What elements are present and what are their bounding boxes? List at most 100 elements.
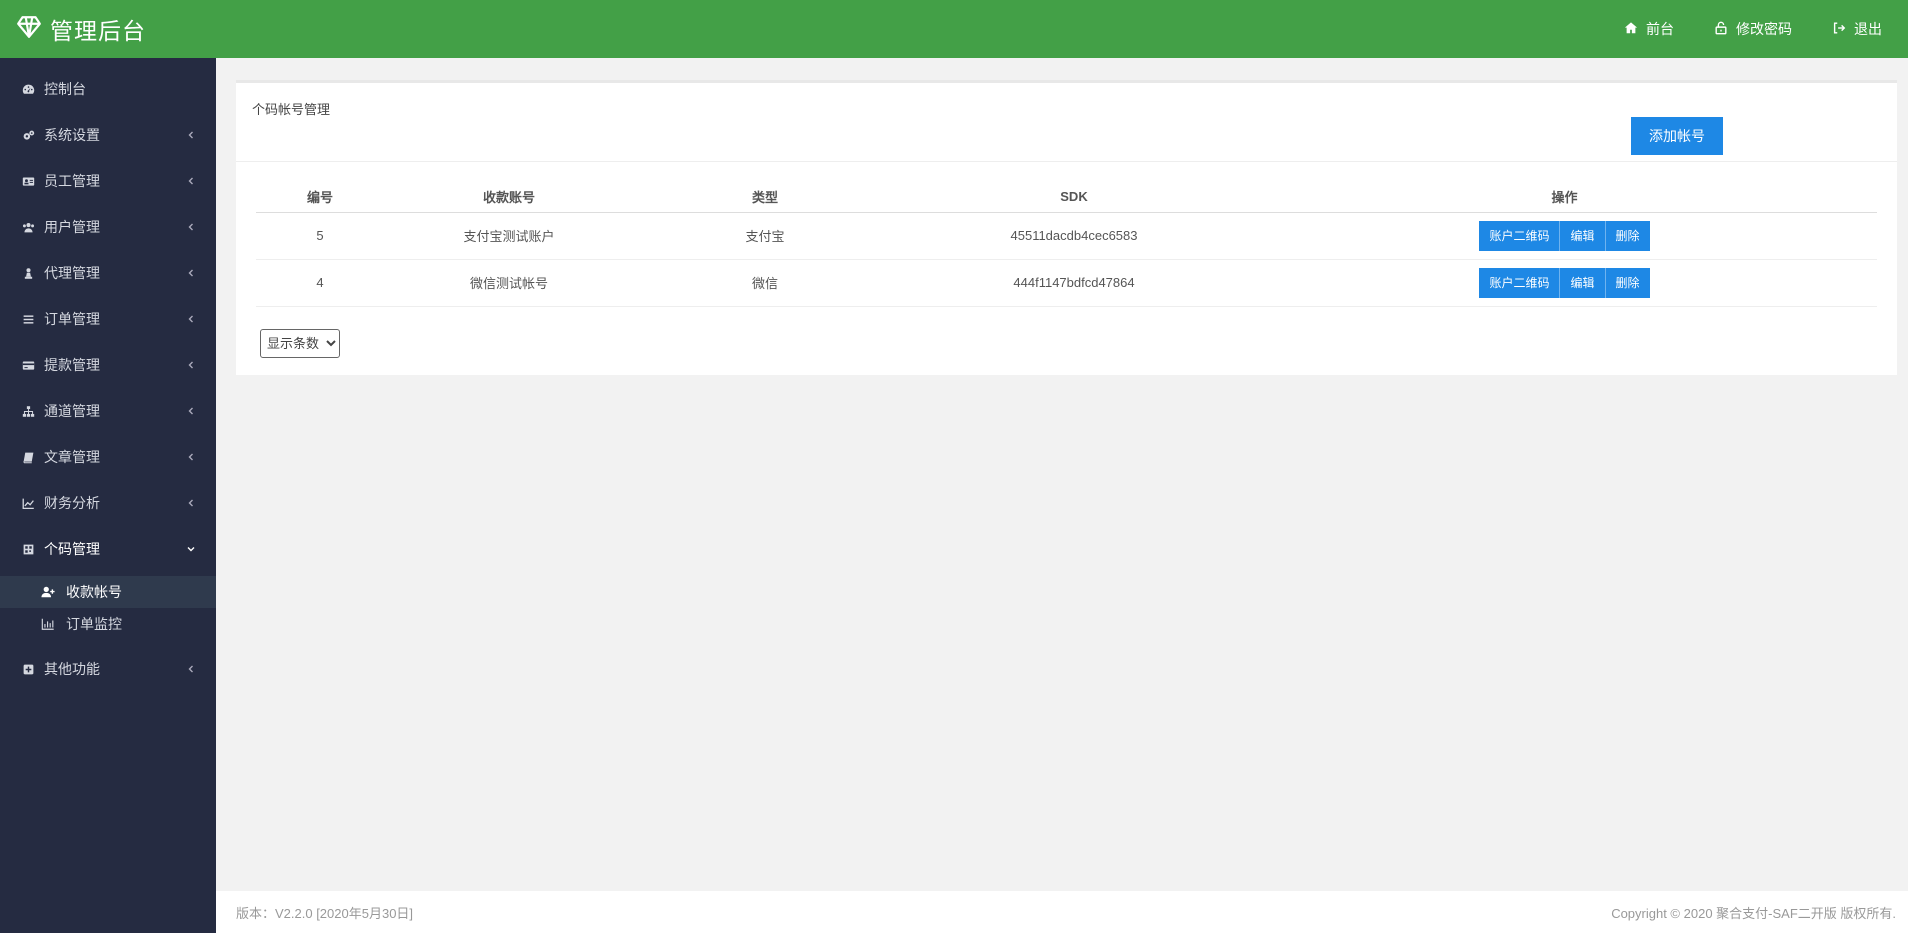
column-header-id: 编号 bbox=[256, 182, 384, 213]
chess-pawn-icon bbox=[20, 265, 36, 281]
chevron-left-icon bbox=[188, 407, 193, 415]
frontend-link-label: 前台 bbox=[1646, 21, 1674, 37]
sidebar-item-staff[interactable]: 员工管理 bbox=[0, 158, 216, 204]
account-qrcode-button[interactable]: 账户二维码 bbox=[1479, 220, 1561, 251]
account-qrcode-button[interactable]: 账户二维码 bbox=[1479, 267, 1561, 298]
cell-id: 5 bbox=[256, 212, 384, 260]
cell-sdk: 45511dacdb4cec6583 bbox=[896, 212, 1252, 260]
table-row: 5 支付宝测试账户 支付宝 45511dacdb4cec6583 账户二维码 编… bbox=[256, 212, 1877, 260]
edit-button[interactable]: 编辑 bbox=[1560, 220, 1606, 251]
submenu-personal-code: 收款帐号 订单监控 bbox=[0, 572, 216, 646]
sidebar-subitem-label: 订单监控 bbox=[66, 616, 122, 632]
add-account-button[interactable]: 添加帐号 bbox=[1631, 117, 1723, 155]
sign-out-icon bbox=[1832, 21, 1846, 38]
home-icon bbox=[1624, 21, 1638, 38]
brand[interactable]: 管理后台 bbox=[0, 0, 146, 58]
book-icon bbox=[20, 449, 36, 465]
cell-actions: 账户二维码 编辑 删除 bbox=[1252, 259, 1877, 307]
sidebar-item-label: 员工管理 bbox=[44, 173, 100, 189]
top-header: 管理后台 前台 修改密码 退出 bbox=[0, 0, 1908, 58]
sidebar-item-personal-code[interactable]: 个码管理 bbox=[0, 526, 216, 572]
cell-account: 支付宝测试账户 bbox=[384, 212, 634, 260]
sidebar-item-label: 用户管理 bbox=[44, 219, 100, 235]
sidebar-item-withdrawals[interactable]: 提款管理 bbox=[0, 342, 216, 388]
sidebar: 控制台 系统设置 员工管理 用户管理 代理管理 订单管理 提款管理 通道管理 文… bbox=[0, 58, 216, 933]
cell-id: 4 bbox=[256, 259, 384, 307]
table-row: 4 微信测试帐号 微信 444f1147bdfcd47864 账户二维码 编辑 … bbox=[256, 259, 1877, 307]
accounts-panel: 个码帐号管理 添加帐号 编号 收款账号 类型 SDK 操作 5 支付宝测试账户 bbox=[236, 80, 1897, 375]
column-header-account: 收款账号 bbox=[384, 182, 634, 213]
logout-link[interactable]: 退出 bbox=[1832, 19, 1882, 39]
plus-square-icon bbox=[20, 661, 36, 677]
sidebar-item-orders[interactable]: 订单管理 bbox=[0, 296, 216, 342]
row-action-group: 账户二维码 编辑 删除 bbox=[1479, 220, 1650, 251]
diamond-icon bbox=[16, 14, 50, 45]
chevron-left-icon bbox=[188, 453, 193, 461]
chevron-left-icon bbox=[188, 315, 193, 323]
row-action-group: 账户二维码 编辑 删除 bbox=[1479, 267, 1650, 298]
dashboard-icon bbox=[20, 81, 36, 97]
sitemap-icon bbox=[20, 403, 36, 419]
panel-title: 个码帐号管理 bbox=[252, 102, 331, 117]
qrcode-icon bbox=[20, 541, 36, 557]
sidebar-subitem-receiving-accounts[interactable]: 收款帐号 bbox=[0, 576, 216, 608]
table-header-row: 编号 收款账号 类型 SDK 操作 bbox=[256, 182, 1877, 213]
column-header-type: 类型 bbox=[634, 182, 896, 213]
sidebar-item-label: 其他功能 bbox=[44, 661, 100, 677]
app-title: 管理后台 bbox=[50, 18, 146, 44]
sidebar-item-users[interactable]: 用户管理 bbox=[0, 204, 216, 250]
chevron-left-icon bbox=[188, 177, 193, 185]
cogs-icon bbox=[20, 127, 36, 143]
chevron-left-icon bbox=[188, 361, 193, 369]
cell-sdk: 444f1147bdfcd47864 bbox=[896, 259, 1252, 307]
edit-button[interactable]: 编辑 bbox=[1560, 267, 1606, 298]
sidebar-item-label: 财务分析 bbox=[44, 495, 100, 511]
accounts-table: 编号 收款账号 类型 SDK 操作 5 支付宝测试账户 支付宝 45511dac… bbox=[256, 182, 1877, 307]
user-plus-icon bbox=[40, 584, 56, 600]
sidebar-item-label: 控制台 bbox=[44, 81, 86, 97]
id-card-icon bbox=[20, 173, 36, 189]
sidebar-item-label: 代理管理 bbox=[44, 265, 100, 281]
cell-type: 微信 bbox=[634, 259, 896, 307]
chevron-left-icon bbox=[188, 499, 193, 507]
copyright-text: Copyright © 2020 聚合支付-SAF二开版 版权所有. bbox=[1611, 905, 1896, 921]
sidebar-item-other[interactable]: 其他功能 bbox=[0, 646, 216, 692]
chevron-left-icon bbox=[188, 223, 193, 231]
column-header-actions: 操作 bbox=[1252, 182, 1877, 213]
sidebar-item-dashboard[interactable]: 控制台 bbox=[0, 66, 216, 112]
chevron-left-icon bbox=[188, 269, 193, 277]
cell-type: 支付宝 bbox=[634, 212, 896, 260]
chevron-left-icon bbox=[188, 131, 193, 139]
frontend-link[interactable]: 前台 bbox=[1624, 19, 1674, 39]
sidebar-item-system-settings[interactable]: 系统设置 bbox=[0, 112, 216, 158]
main-content: 个码帐号管理 添加帐号 编号 收款账号 类型 SDK 操作 5 支付宝测试账户 bbox=[216, 58, 1908, 891]
change-password-link[interactable]: 修改密码 bbox=[1714, 19, 1792, 39]
sidebar-item-agents[interactable]: 代理管理 bbox=[0, 250, 216, 296]
cell-actions: 账户二维码 编辑 删除 bbox=[1252, 212, 1877, 260]
change-password-label: 修改密码 bbox=[1736, 21, 1792, 37]
page-size-select[interactable]: 显示条数 bbox=[260, 329, 340, 358]
sidebar-item-label: 个码管理 bbox=[44, 541, 100, 557]
sidebar-subitem-label: 收款帐号 bbox=[66, 584, 122, 600]
header-links: 前台 修改密码 退出 bbox=[1624, 0, 1882, 58]
list-icon bbox=[20, 311, 36, 327]
sidebar-item-label: 通道管理 bbox=[44, 403, 100, 419]
sidebar-item-articles[interactable]: 文章管理 bbox=[0, 434, 216, 480]
users-icon bbox=[20, 219, 36, 235]
version-text: 版本：V2.2.0 [2020年5月30日] bbox=[236, 905, 414, 921]
delete-button[interactable]: 删除 bbox=[1605, 220, 1650, 251]
chevron-down-icon bbox=[187, 547, 195, 552]
line-chart-icon bbox=[20, 495, 36, 511]
delete-button[interactable]: 删除 bbox=[1605, 267, 1650, 298]
sidebar-item-label: 系统设置 bbox=[44, 127, 100, 143]
panel-header: 个码帐号管理 添加帐号 bbox=[236, 83, 1897, 162]
logout-label: 退出 bbox=[1854, 21, 1882, 37]
footer: 版本：V2.2.0 [2020年5月30日] Copyright © 2020 … bbox=[216, 891, 1908, 933]
column-header-sdk: SDK bbox=[896, 182, 1252, 213]
sidebar-subitem-order-monitor[interactable]: 订单监控 bbox=[0, 608, 216, 640]
sidebar-item-finance[interactable]: 财务分析 bbox=[0, 480, 216, 526]
sidebar-item-channels[interactable]: 通道管理 bbox=[0, 388, 216, 434]
chevron-left-icon bbox=[188, 665, 193, 673]
sidebar-item-label: 文章管理 bbox=[44, 449, 100, 465]
credit-card-icon bbox=[20, 357, 36, 373]
